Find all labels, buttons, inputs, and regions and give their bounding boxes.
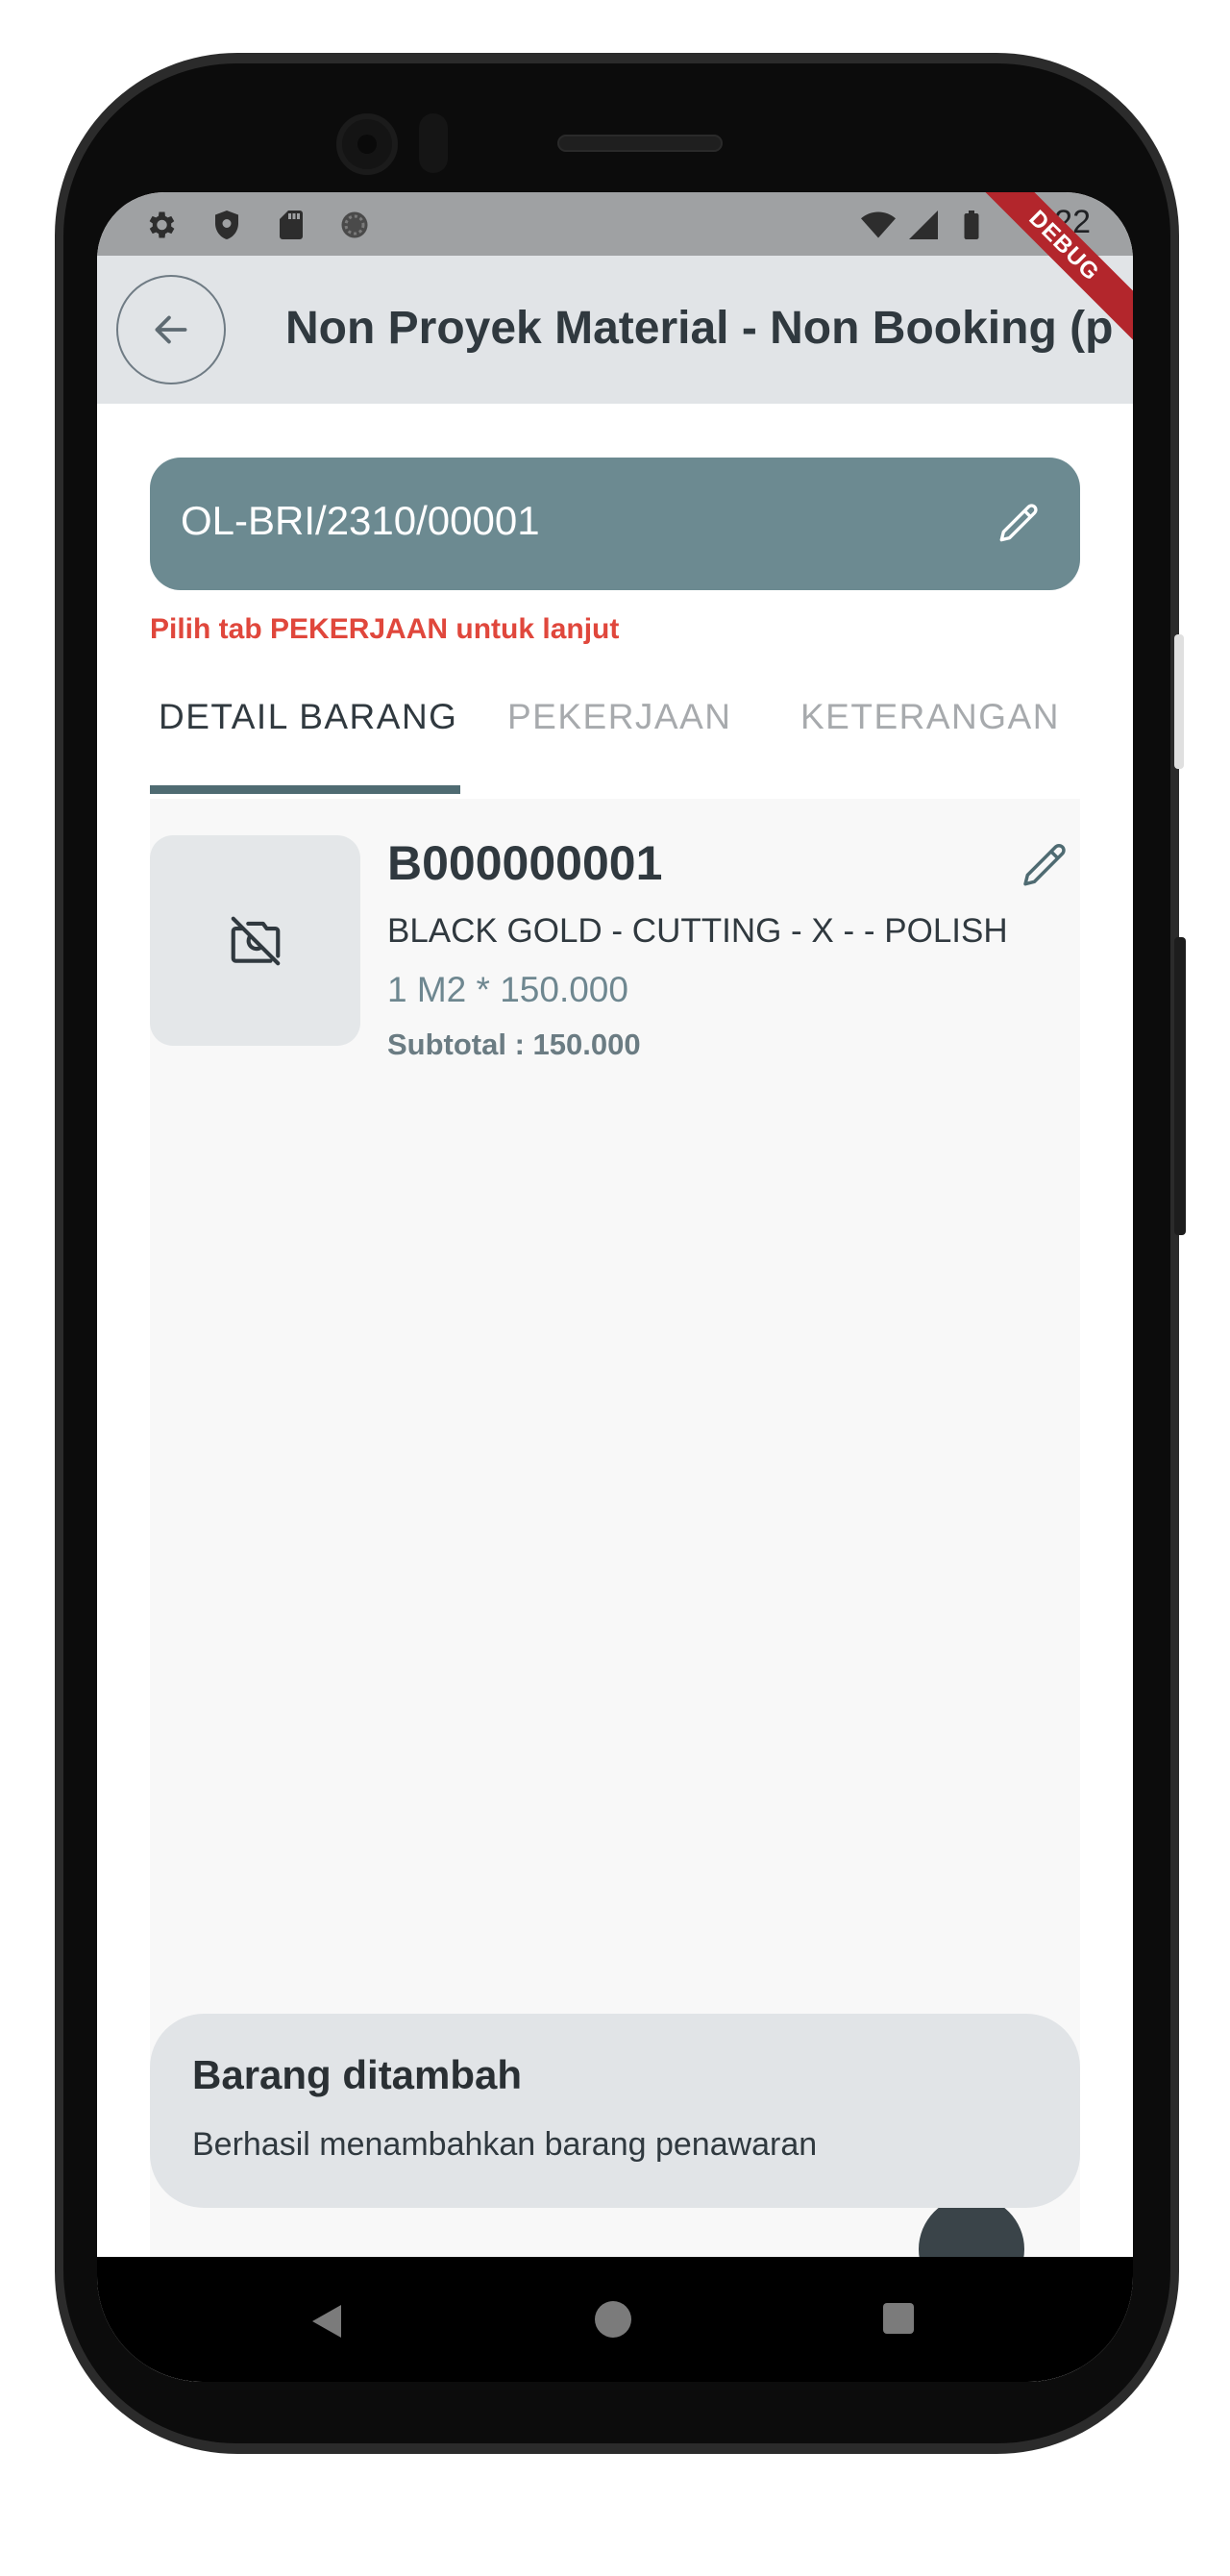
system-nav-bar xyxy=(97,2257,1133,2382)
item-thumbnail xyxy=(150,835,360,1046)
snackbar-message: Berhasil menambahkan barang penawaran xyxy=(192,2126,818,2163)
tab-bar: DETAIL BARANG PEKERJAAN KETERANGAN xyxy=(150,668,1080,795)
battery-icon xyxy=(964,211,979,239)
status-bar: 7:22 xyxy=(97,192,1133,256)
app-bar: Non Proyek Material - Non Booking (p xyxy=(97,256,1133,404)
warning-text: Pilih tab PEKERJAAN untuk lanjut xyxy=(150,613,620,645)
shield-icon xyxy=(215,211,238,239)
tab-keterangan[interactable]: KETERANGAN xyxy=(800,697,1060,737)
tab-detail-barang[interactable]: DETAIL BARANG xyxy=(159,697,457,737)
snackbar: Barang ditambah Berhasil menambahkan bar… xyxy=(150,2014,1080,2208)
pencil-icon[interactable] xyxy=(996,500,1044,548)
front-camera xyxy=(336,113,398,175)
project-code-bar[interactable]: OL-BRI/2310/00001 xyxy=(150,458,1080,590)
arrow-left-icon xyxy=(155,315,187,344)
list-item[interactable]: B000000001 BLACK GOLD - CUTTING - X - - … xyxy=(150,835,1080,1066)
page-title: Non Proyek Material - Non Booking (p xyxy=(285,303,1114,354)
project-code: OL-BRI/2310/00001 xyxy=(181,498,540,543)
earpiece-speaker xyxy=(557,135,723,152)
edit-item-icon[interactable] xyxy=(1019,839,1072,893)
nav-back-icon[interactable] xyxy=(310,2303,343,2340)
wifi-icon xyxy=(861,211,896,238)
nav-home-icon[interactable] xyxy=(595,2301,631,2338)
active-tab-indicator xyxy=(150,785,460,794)
tab-pekerjaan[interactable]: PEKERJAAN xyxy=(507,697,732,737)
dots-icon xyxy=(341,211,368,238)
item-subtotal: Subtotal : 150.000 xyxy=(387,1028,641,1061)
snackbar-title: Barang ditambah xyxy=(192,2052,523,2097)
app-screen: 7:22 DEBUG Non Proyek Material - Non Boo… xyxy=(97,192,1133,2382)
sd-card-icon xyxy=(280,211,303,239)
nav-recents-icon[interactable] xyxy=(883,2303,914,2334)
no-photo-icon xyxy=(231,916,280,965)
signal-icon xyxy=(909,211,938,239)
side-button-top xyxy=(1174,634,1184,769)
item-code: B000000001 xyxy=(387,836,663,890)
item-name: BLACK GOLD - CUTTING - X - - POLISH xyxy=(387,912,1008,950)
power-button xyxy=(1174,937,1186,1235)
back-button[interactable] xyxy=(116,275,226,384)
gear-icon xyxy=(149,211,175,238)
item-quantity: 1 M2 * 150.000 xyxy=(387,970,628,1009)
proximity-sensor xyxy=(419,113,448,173)
